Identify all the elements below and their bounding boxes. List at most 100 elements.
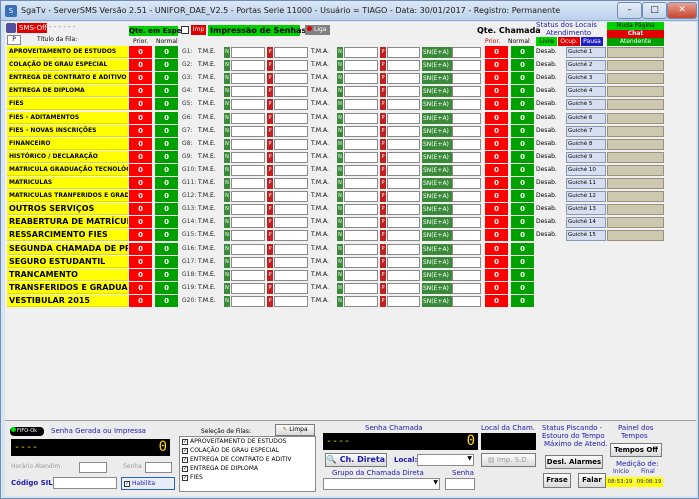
fila-option[interactable]: ✓ APROVEITAMENTO DE ESTUDOS <box>180 437 315 446</box>
queue-name[interactable]: TRANSFERIDOS E GRADUADOS <box>7 281 128 294</box>
sn-value[interactable] <box>452 282 481 294</box>
ch-direta-button[interactable]: 🔍 Ch. Direta <box>325 453 387 467</box>
sn-value[interactable] <box>452 99 481 111</box>
guiche-button[interactable]: Guichê 1 <box>566 47 606 58</box>
queue-name[interactable]: RESSARCIMENTO FIES <box>7 229 128 242</box>
sn-value[interactable] <box>452 164 481 176</box>
queue-name[interactable]: MATRICULA GRADUAÇÃO TECNOLÓGICA <box>7 163 128 176</box>
sn-value[interactable] <box>452 47 481 58</box>
sn-value[interactable] <box>452 191 481 203</box>
tme-value[interactable] <box>231 151 265 163</box>
queue-name[interactable]: APROVEITAMENTO DE ESTUDOS <box>7 46 128 58</box>
tme-value[interactable] <box>231 204 265 216</box>
guiche-button[interactable]: Guichê 14 <box>566 217 606 229</box>
tma-value[interactable] <box>344 164 378 176</box>
tme-value[interactable] <box>231 178 265 189</box>
sn-value[interactable] <box>452 230 481 242</box>
tme-value[interactable] <box>231 112 265 124</box>
guiche-attendant[interactable] <box>607 191 664 203</box>
priority-value[interactable] <box>274 99 308 111</box>
priority-value[interactable] <box>274 73 308 85</box>
queue-name[interactable]: SEGUNDA CHAMADA DE PROVA <box>7 242 128 255</box>
tme-value[interactable] <box>231 138 265 150</box>
senha-input[interactable] <box>145 462 172 473</box>
guiche-attendant[interactable] <box>607 60 664 72</box>
tma-value[interactable] <box>344 125 378 137</box>
habilita-checkbox[interactable]: ✓ Habilita <box>121 477 175 490</box>
priority-value[interactable] <box>274 125 308 137</box>
priority-value[interactable] <box>274 112 308 124</box>
fila-option[interactable]: ✓ ENTREGA DE CONTRATO E ADITIV <box>180 455 315 464</box>
horario-input[interactable] <box>79 462 107 473</box>
queue-name[interactable]: ENTREGA DE CONTRATO E ADITIVO <box>7 72 128 85</box>
sn-value[interactable] <box>452 269 481 281</box>
tma-value[interactable] <box>344 112 378 124</box>
tma-value[interactable] <box>344 295 378 307</box>
guiche-attendant[interactable] <box>607 138 664 150</box>
priority-value[interactable] <box>274 217 308 229</box>
tma-priority-value[interactable] <box>387 204 420 216</box>
sn-value[interactable] <box>452 125 481 137</box>
tme-value[interactable] <box>231 73 265 85</box>
tma-value[interactable] <box>344 60 378 72</box>
guiche-button[interactable]: Guichê 13 <box>566 204 606 216</box>
desl-alarmes-button[interactable]: Desl. Alarmes <box>545 455 603 469</box>
tma-priority-value[interactable] <box>387 86 420 98</box>
queue-name[interactable]: VESTIBULAR 2015 <box>7 294 128 307</box>
queue-name[interactable]: TRANCAMENTO <box>7 268 128 281</box>
fila-option[interactable]: ✓ FIES <box>180 473 315 482</box>
queue-name[interactable]: MATRICULAS TRANFERIDOS E GRADUADOS <box>7 190 128 203</box>
queue-name[interactable]: OUTROS SERVIÇOS <box>7 203 128 216</box>
tma-priority-value[interactable] <box>387 191 420 203</box>
guiche-attendant[interactable] <box>607 99 664 111</box>
falar-button[interactable]: Falar <box>578 473 606 488</box>
priority-value[interactable] <box>274 47 308 58</box>
queue-name[interactable]: FIES - NOVAS INSCRIÇÕES <box>7 124 128 137</box>
tma-priority-value[interactable] <box>387 151 420 163</box>
local-select[interactable]: ▼ <box>417 454 474 466</box>
guiche-attendant[interactable] <box>607 47 664 58</box>
tma-priority-value[interactable] <box>387 99 420 111</box>
sn-value[interactable] <box>452 178 481 189</box>
guiche-attendant[interactable] <box>607 125 664 137</box>
tma-priority-value[interactable] <box>387 217 420 229</box>
sn-value[interactable] <box>452 151 481 163</box>
priority-value[interactable] <box>274 243 308 255</box>
tma-priority-value[interactable] <box>387 60 420 72</box>
guiche-button[interactable]: Guichê 5 <box>566 99 606 111</box>
guiche-button[interactable]: Guichê 2 <box>566 60 606 72</box>
tme-value[interactable] <box>231 99 265 111</box>
fila-option[interactable]: ✓ COLAÇÃO DE GRAU ESPECIAL <box>180 446 315 455</box>
priority-value[interactable] <box>274 256 308 268</box>
guiche-attendant[interactable] <box>607 112 664 124</box>
guiche-button[interactable]: Guichê 9 <box>566 151 606 163</box>
priority-value[interactable] <box>274 204 308 216</box>
tme-value[interactable] <box>231 164 265 176</box>
queue-name[interactable]: ENTREGA DE DIPLOMA <box>7 85 128 98</box>
title-bar[interactable]: S SgaTv - ServerSMS Versão 2.51 - UNIFOR… <box>1 1 698 21</box>
sn-value[interactable] <box>452 204 481 216</box>
tma-priority-value[interactable] <box>387 47 420 58</box>
tme-value[interactable] <box>231 243 265 255</box>
imp-sd-button[interactable]: ▤ Imp. S.D. <box>481 453 536 467</box>
tme-value[interactable] <box>231 256 265 268</box>
priority-value[interactable] <box>274 295 308 307</box>
fila-option[interactable]: ✓ ENTREGA DE DIPLOMA <box>180 464 315 473</box>
guiche-attendant[interactable] <box>607 164 664 176</box>
minimize-button[interactable]: – <box>617 2 642 19</box>
grupo-select[interactable]: ▼ <box>323 478 440 490</box>
tempos-off-button[interactable]: Tempos Off <box>610 443 662 457</box>
guiche-attendant[interactable] <box>607 151 664 163</box>
queue-name[interactable]: FIES - ADITAMENTOS <box>7 111 128 124</box>
tme-value[interactable] <box>231 86 265 98</box>
priority-value[interactable] <box>274 86 308 98</box>
imp-checkbox[interactable] <box>181 26 189 34</box>
tme-value[interactable] <box>231 191 265 203</box>
tma-value[interactable] <box>344 47 378 58</box>
sn-value[interactable] <box>452 138 481 150</box>
tma-value[interactable] <box>344 151 378 163</box>
tma-value[interactable] <box>344 178 378 189</box>
priority-value[interactable] <box>274 138 308 150</box>
guiche-button[interactable]: Guichê 4 <box>566 86 606 98</box>
tma-priority-value[interactable] <box>387 164 420 176</box>
